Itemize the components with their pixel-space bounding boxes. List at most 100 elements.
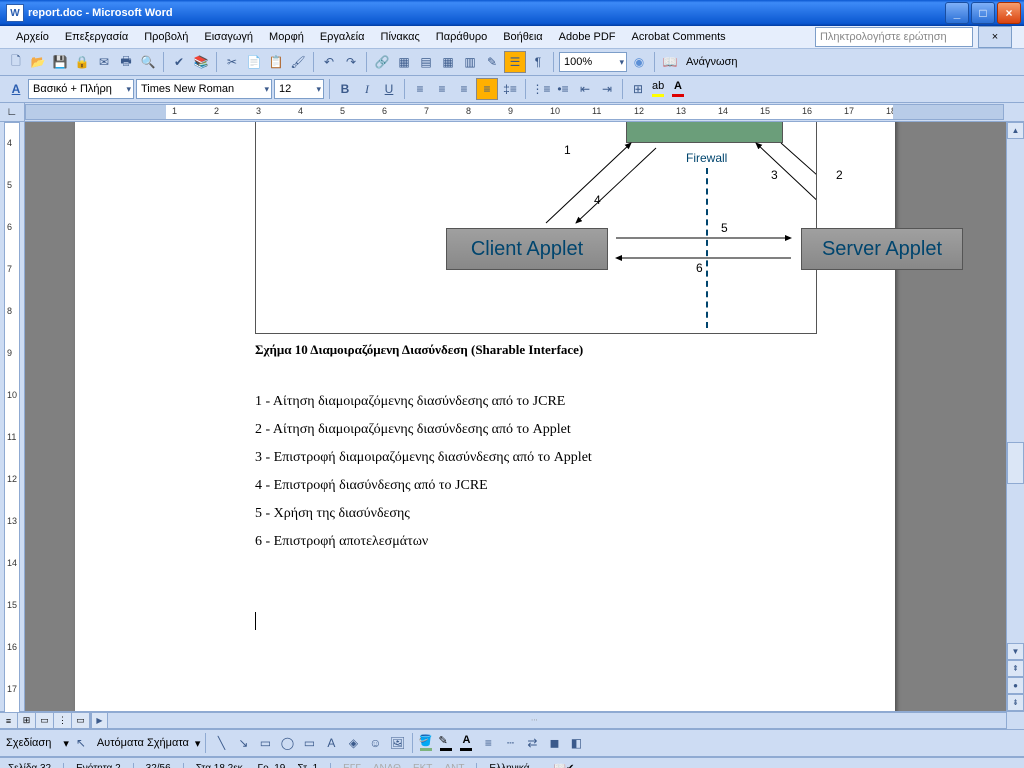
styles-pane-icon[interactable]: A: [6, 79, 26, 99]
font-combo[interactable]: Times New Roman: [136, 79, 272, 99]
bold-icon[interactable]: B: [335, 79, 355, 99]
align-right-icon[interactable]: ≡: [454, 79, 474, 99]
scrollbar-horizontal[interactable]: ◀ ▶ ∙∙∙: [90, 712, 1007, 729]
ruler-horizontal[interactable]: ∟ 321123456789101112131415161718: [0, 103, 1024, 122]
indent-icon[interactable]: ⇥: [597, 79, 617, 99]
show-marks-icon[interactable]: ¶: [528, 52, 548, 72]
excel-icon[interactable]: ▦: [438, 52, 458, 72]
new-doc-icon[interactable]: 🗋: [6, 52, 26, 72]
minimize-button[interactable]: _: [945, 2, 969, 24]
next-page-icon[interactable]: ⇟: [1007, 694, 1024, 711]
textbox-icon[interactable]: ▭: [299, 733, 319, 753]
web-view-icon[interactable]: ⊞: [17, 712, 36, 729]
draw-menu[interactable]: Σχεδίαση: [6, 737, 61, 749]
scroll-thumb[interactable]: [1007, 442, 1024, 484]
cut-icon[interactable]: ✂: [222, 52, 242, 72]
size-combo[interactable]: 12: [274, 79, 324, 99]
redo-icon[interactable]: ↷: [341, 52, 361, 72]
clipart-icon[interactable]: ☺: [365, 733, 385, 753]
tables-borders-icon[interactable]: ▦: [394, 52, 414, 72]
docmap-icon[interactable]: ☰: [504, 51, 526, 73]
columns-icon[interactable]: ▥: [460, 52, 480, 72]
bullets-icon[interactable]: •≡: [553, 79, 573, 99]
status-rec[interactable]: ΕΓΓ: [343, 763, 361, 768]
align-center-icon[interactable]: ≡: [432, 79, 452, 99]
permission-icon[interactable]: 🔒: [72, 52, 92, 72]
read-icon[interactable]: 📖: [660, 52, 680, 72]
menu-help[interactable]: Βοήθεια: [495, 29, 550, 45]
close-button[interactable]: ×: [997, 2, 1021, 24]
hyperlink-icon[interactable]: 🔗: [372, 52, 392, 72]
status-spell-icon[interactable]: 📖✔: [554, 763, 575, 768]
shadow-icon[interactable]: ◼: [544, 733, 564, 753]
outdent-icon[interactable]: ⇤: [575, 79, 595, 99]
copy-icon[interactable]: 📄: [244, 52, 264, 72]
help-icon[interactable]: ◉: [629, 52, 649, 72]
menu-adobepdf[interactable]: Adobe PDF: [551, 29, 624, 45]
autoshapes-menu[interactable]: Αυτόματα Σχήματα: [93, 737, 193, 749]
status-lang[interactable]: Ελληνικά: [489, 763, 529, 768]
insert-table-icon[interactable]: ▤: [416, 52, 436, 72]
print-view-icon[interactable]: ▭: [35, 712, 54, 729]
save-icon[interactable]: 💾: [50, 52, 70, 72]
fill-color-icon[interactable]: 🪣: [418, 734, 436, 752]
email-icon[interactable]: ✉: [94, 52, 114, 72]
oval-icon[interactable]: ◯: [277, 733, 297, 753]
open-icon[interactable]: 📂: [28, 52, 48, 72]
help-search-input[interactable]: [815, 27, 973, 47]
document-area[interactable]: Firewall Client Applet Server Applet 1 4…: [25, 122, 1006, 711]
print-icon[interactable]: 🖶: [116, 52, 136, 72]
font-color-icon[interactable]: A: [670, 80, 688, 98]
format-painter-icon[interactable]: 🖌: [288, 52, 308, 72]
line-color-icon[interactable]: ✎: [438, 734, 456, 752]
outline-view-icon[interactable]: ⋮: [53, 712, 72, 729]
spellcheck-icon[interactable]: ✔: [169, 52, 189, 72]
highlight-color-icon[interactable]: ab: [650, 80, 668, 98]
menu-close-icon[interactable]: ×: [978, 26, 1012, 48]
research-icon[interactable]: 📚: [191, 52, 211, 72]
menu-file[interactable]: Αρχείο: [8, 29, 57, 45]
browse-object-icon[interactable]: ●: [1007, 677, 1024, 694]
borders-icon[interactable]: ⊞: [628, 79, 648, 99]
preview-icon[interactable]: 🔍: [138, 52, 158, 72]
menu-edit[interactable]: Επεξεργασία: [57, 29, 136, 45]
menu-format[interactable]: Μορφή: [261, 29, 312, 45]
reading-view-icon[interactable]: ▭: [71, 712, 90, 729]
style-combo[interactable]: Βασικό + Πλήρη: [28, 79, 134, 99]
diagram-icon[interactable]: ◈: [343, 733, 363, 753]
tab-selector[interactable]: ∟: [0, 103, 25, 121]
maximize-button[interactable]: □: [971, 2, 995, 24]
scroll-up-icon[interactable]: ▲: [1007, 122, 1024, 139]
picture-icon[interactable]: 🖼: [387, 733, 407, 753]
line-spacing-icon[interactable]: ‡≡: [500, 79, 520, 99]
select-icon[interactable]: ↖: [71, 733, 91, 753]
dash-icon[interactable]: ┄: [500, 733, 520, 753]
status-trk[interactable]: ΑΝΑΘ: [373, 763, 401, 768]
3d-icon[interactable]: ◧: [566, 733, 586, 753]
menu-acrobat[interactable]: Acrobat Comments: [624, 29, 734, 45]
normal-view-icon[interactable]: ≡: [0, 712, 18, 729]
numbering-icon[interactable]: ⋮≡: [531, 79, 551, 99]
wordart-icon[interactable]: A: [321, 733, 341, 753]
status-ovr[interactable]: ΑΝΤ: [444, 763, 477, 768]
read-button[interactable]: Ανάγνωση: [682, 56, 742, 68]
menu-tools[interactable]: Εργαλεία: [312, 29, 373, 45]
text-color-icon[interactable]: A: [458, 734, 476, 752]
line-icon[interactable]: ╲: [211, 733, 231, 753]
zoom-combo[interactable]: 100%: [559, 52, 627, 72]
menu-insert[interactable]: Εισαγωγή: [196, 29, 261, 45]
scroll-right-icon[interactable]: ▶: [91, 712, 108, 729]
line-weight-icon[interactable]: ≡: [478, 733, 498, 753]
undo-icon[interactable]: ↶: [319, 52, 339, 72]
h-grip[interactable]: ∙∙∙: [531, 715, 538, 724]
arrow-icon[interactable]: ↘: [233, 733, 253, 753]
paste-icon[interactable]: 📋: [266, 52, 286, 72]
align-justify-icon[interactable]: ≡: [476, 78, 498, 100]
status-ext[interactable]: ΕΚΤ: [413, 763, 432, 768]
arrow-style-icon[interactable]: ⇄: [522, 733, 542, 753]
scroll-down-icon[interactable]: ▼: [1007, 643, 1024, 660]
italic-icon[interactable]: I: [357, 79, 377, 99]
ruler-vertical[interactable]: 4567891011121314151617: [0, 122, 25, 711]
underline-icon[interactable]: U: [379, 79, 399, 99]
prev-page-icon[interactable]: ⇞: [1007, 660, 1024, 677]
